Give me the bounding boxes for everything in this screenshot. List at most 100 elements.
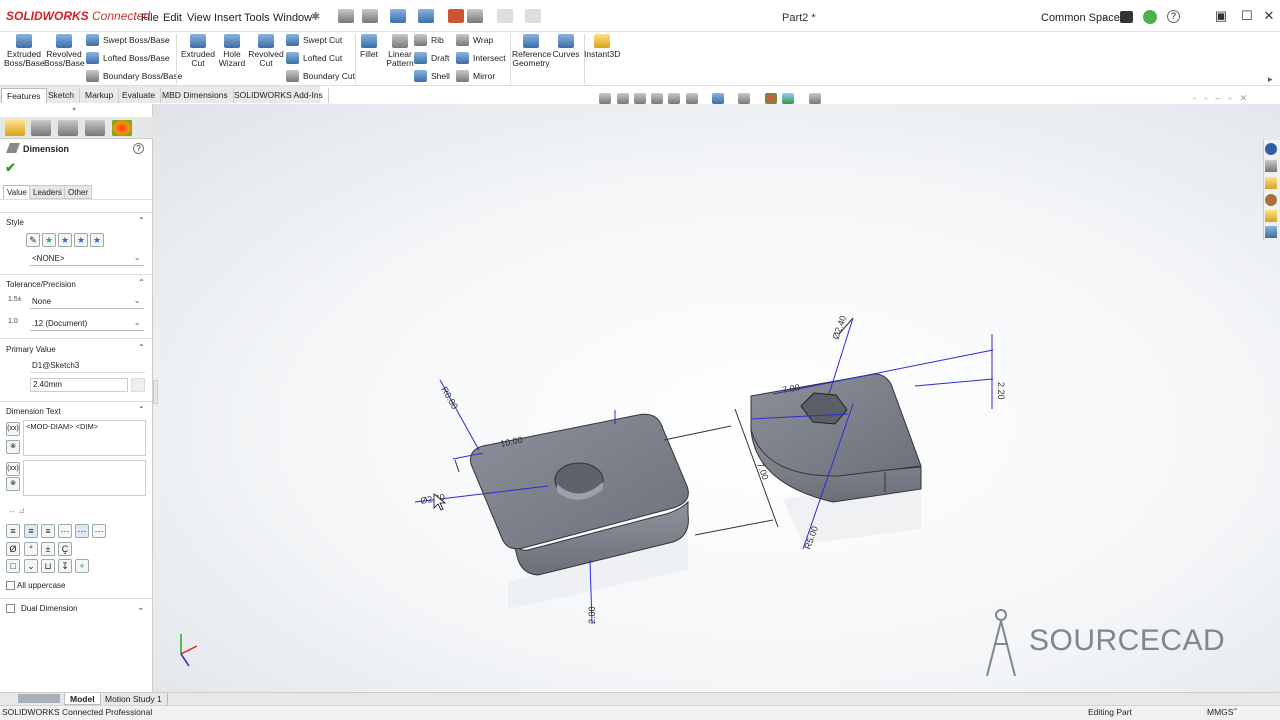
centerline-symbol-icon[interactable]: Ҫ — [58, 542, 72, 556]
all-uppercase-checkbox[interactable] — [6, 581, 15, 590]
revolved-boss-button[interactable]: Revolved Boss/Base — [44, 34, 85, 68]
collapse-icon[interactable]: ⌃ — [138, 278, 145, 287]
tab-scroll-control[interactable] — [18, 694, 60, 703]
extruded-boss-button[interactable]: Extruded Boss/Base — [4, 34, 45, 68]
diameter-symbol-icon[interactable]: Ø — [6, 542, 20, 556]
counterbore-symbol-icon[interactable]: ⊔ — [41, 559, 55, 573]
swept-boss-button[interactable]: Swept Boss/Base — [86, 32, 170, 48]
primary-value-input[interactable]: 2.40mm — [30, 378, 128, 392]
text-center-icon[interactable]: ⊗ — [6, 440, 20, 454]
tab-motion-study-1[interactable]: Motion Study 1 — [100, 693, 168, 705]
property-manager-tab[interactable] — [31, 120, 51, 136]
dimension-text-section-header[interactable]: Dimension Text — [6, 407, 61, 416]
align-top-icon[interactable]: ⋯ — [58, 524, 72, 538]
help-icon[interactable]: ? — [133, 143, 144, 154]
undo-icon[interactable] — [497, 9, 513, 23]
grip-icon[interactable]: ● — [72, 106, 76, 113]
new-document-icon[interactable] — [362, 9, 378, 23]
text-below-center-icon[interactable]: ⊗ — [6, 477, 20, 491]
justify-left-icon[interactable]: ≡ — [6, 524, 20, 538]
redo-icon[interactable] — [525, 9, 541, 23]
revolved-cut-button[interactable]: Revolved Cut — [246, 34, 286, 68]
configuration-manager-tab[interactable] — [58, 120, 78, 136]
dimension-text-above[interactable]: <MOD-DIAM> <DIM> — [23, 420, 146, 456]
shell-button[interactable]: Shell — [414, 68, 450, 84]
dual-dimension-checkbox[interactable] — [6, 604, 15, 613]
lofted-boss-button[interactable]: Lofted Boss/Base — [86, 50, 170, 66]
primary-value-section-header[interactable]: Primary Value — [6, 345, 56, 354]
close-icon[interactable]: ✕ — [1262, 9, 1276, 22]
justify-center-icon[interactable]: ≡ — [24, 524, 38, 538]
ok-check-icon[interactable]: ✔ — [5, 160, 16, 176]
intersect-button[interactable]: Intersect — [456, 50, 506, 66]
countersink-symbol-icon[interactable]: ⌄ — [24, 559, 38, 573]
tab-solidworks-addins[interactable]: SOLIDWORKS Add-Ins — [229, 88, 329, 103]
viewport-window-controls[interactable]: ▫▫–▫✕ — [1193, 93, 1255, 104]
restore-icon[interactable]: ▣ — [1214, 9, 1228, 22]
tab-sketch[interactable]: Sketch — [43, 88, 80, 103]
tab-markup[interactable]: Markup — [80, 88, 120, 103]
reference-geometry-button[interactable]: Reference Geometry — [512, 34, 551, 68]
hide-show-items-icon[interactable] — [738, 93, 750, 104]
collapse-icon[interactable]: ⌃ — [138, 405, 145, 414]
display-manager-tab[interactable] — [112, 120, 132, 136]
leader-style-icon[interactable]: ↔ ⊿ — [8, 506, 25, 515]
mirror-button[interactable]: Mirror — [456, 68, 495, 84]
chevron-down-icon[interactable]: ⌄ — [1101, 11, 1109, 22]
add-style-icon[interactable]: ★ — [42, 233, 56, 247]
degree-symbol-icon[interactable]: ° — [24, 542, 38, 556]
model-view[interactable]: R0.80 10.00 Ø2.40 2.00 Ø2.40 7.00 2.20 7… — [153, 104, 1280, 692]
avatar[interactable] — [1143, 10, 1157, 24]
boundary-cut-button[interactable]: Boundary Cut — [286, 68, 355, 84]
dimension-r080[interactable]: R0.80 — [439, 385, 460, 411]
precision-dropdown[interactable]: .12 (Document) — [30, 316, 144, 331]
text-below-icon[interactable]: (xx) — [6, 462, 20, 476]
tab-evaluate[interactable]: Evaluate — [117, 88, 162, 103]
dimension-hole-diameter[interactable]: Ø2.40 — [420, 492, 446, 506]
help-icon[interactable]: ? — [1167, 10, 1180, 23]
menu-tools[interactable]: Tools — [244, 12, 270, 24]
collapse-icon[interactable]: ⌃ — [138, 343, 145, 352]
wrap-button[interactable]: Wrap — [456, 32, 493, 48]
display-style-icon[interactable] — [712, 93, 724, 104]
terminal-icon[interactable] — [1120, 11, 1133, 23]
app-logo[interactable]: SOLIDWORKS Connected — [6, 9, 150, 23]
justify-right-icon[interactable]: ≡ — [41, 524, 55, 538]
square-symbol-icon[interactable]: □ — [6, 559, 20, 573]
expand-icon[interactable]: ⌄ — [137, 602, 145, 613]
load-style-icon[interactable]: ★ — [90, 233, 104, 247]
subtab-value[interactable]: Value — [3, 185, 31, 199]
rib-button[interactable]: Rib — [414, 32, 444, 48]
style-dropdown[interactable]: <NONE> — [30, 251, 144, 266]
home-icon[interactable] — [338, 9, 354, 23]
plus-minus-symbol-icon[interactable]: ± — [41, 542, 55, 556]
style-section-header[interactable]: Style — [6, 218, 24, 227]
dimension-text-below[interactable] — [23, 460, 146, 496]
primary-value-name-field[interactable]: D1@Sketch3 — [30, 359, 145, 373]
menu-edit[interactable]: Edit — [163, 12, 182, 24]
instant3d-button[interactable]: Instant3D — [584, 34, 620, 59]
maximize-icon[interactable]: ☐ — [1240, 9, 1254, 22]
more-symbols-icon[interactable]: + — [75, 559, 89, 573]
view-settings-icon[interactable] — [809, 93, 821, 104]
subtab-other[interactable]: Other — [64, 185, 93, 199]
status-units[interactable]: MMGS — [1207, 707, 1233, 717]
dimxpert-tab[interactable] — [85, 120, 105, 136]
options-gear-icon[interactable] — [467, 9, 483, 23]
save-icon[interactable] — [418, 9, 434, 23]
depth-symbol-icon[interactable]: ↧ — [58, 559, 72, 573]
rebuild-icon[interactable] — [448, 9, 464, 23]
dimension-hex-diameter[interactable]: Ø2.40 — [830, 314, 848, 340]
subtab-leaders[interactable]: Leaders — [29, 185, 66, 199]
menu-view[interactable]: View — [187, 12, 211, 24]
apply-scene-icon[interactable] — [782, 93, 794, 104]
previous-view-icon[interactable] — [634, 93, 646, 104]
tab-features[interactable]: Features — [1, 88, 47, 103]
pin-icon[interactable]: ✱ — [311, 10, 320, 23]
align-bottom-icon[interactable]: ⋯ — [92, 524, 106, 538]
tolerance-section-header[interactable]: Tolerance/Precision — [6, 280, 76, 289]
save-style-icon[interactable]: ★ — [74, 233, 88, 247]
expand-toolbar-icon[interactable]: ▸ — [1268, 74, 1273, 85]
menu-window[interactable]: Window — [273, 12, 312, 24]
swept-cut-button[interactable]: Swept Cut — [286, 32, 342, 48]
